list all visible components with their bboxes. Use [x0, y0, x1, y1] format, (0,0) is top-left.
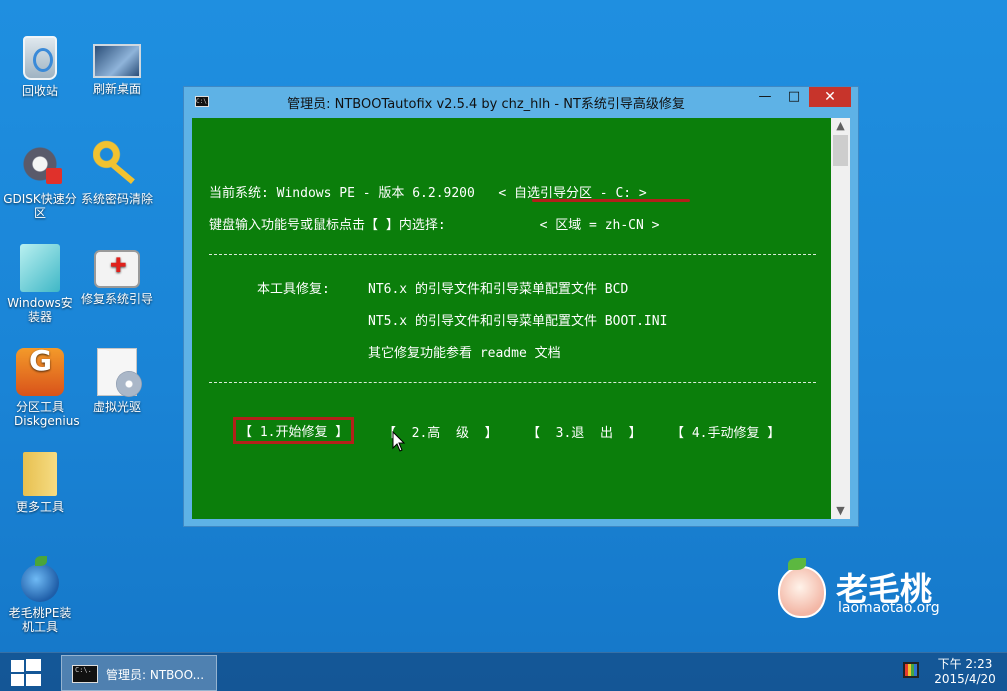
separator: [209, 382, 816, 383]
desktop-icon-more-tools[interactable]: 更多工具: [0, 452, 80, 514]
minimize-button[interactable]: —: [750, 87, 780, 107]
scroll-thumb[interactable]: [833, 135, 848, 166]
desktop-icon-gdisk[interactable]: GDISK快速分区: [0, 140, 80, 220]
desktop-icon-repair-boot[interactable]: 修复系统引导: [77, 244, 157, 306]
vertical-scrollbar[interactable]: ▲ ▼: [831, 118, 850, 519]
desktop-icon-label: 虚拟光驱: [92, 400, 141, 414]
windows-logo-icon: [11, 660, 24, 672]
desktop-icon-label: 系统密码清除: [80, 192, 153, 206]
windows-logo-icon: [26, 659, 41, 671]
laomaotao-icon: [21, 556, 59, 602]
windows-installer-icon: [20, 244, 60, 292]
key-icon: [93, 140, 141, 188]
windows-logo-icon: [11, 674, 24, 686]
monitor-icon: [93, 44, 141, 78]
clock-time: 下午 2:23: [937, 657, 993, 671]
manual-repair-button[interactable]: 【 4.手动修复 】: [671, 422, 780, 441]
console-window[interactable]: C:\. 管理员: NTBOOTautofix v2.5.4 by chz_hl…: [183, 86, 859, 527]
peach-logo-icon: [778, 558, 826, 618]
separator: [209, 254, 816, 255]
window-titlebar[interactable]: C:\. 管理员: NTBOOTautofix v2.5.4 by chz_hl…: [184, 87, 858, 116]
desktop-icon-diskgenius[interactable]: 分区工具Diskgenius: [0, 348, 80, 428]
windows-logo-icon: [26, 674, 41, 686]
start-repair-button[interactable]: 【 1.开始修复 】: [233, 417, 355, 444]
virtual-disc-icon: [97, 348, 142, 397]
desktop-icon-label: 更多工具: [15, 500, 64, 514]
input-prompt-line: 键盘输入功能号或鼠标点击【 】内选择: < 区域 = zh-CN >: [209, 218, 660, 233]
boot-partition-highlight: [532, 199, 690, 202]
desktop-icon-laomaotao[interactable]: 老毛桃PE装机工具: [0, 556, 80, 634]
console-output[interactable]: 当前系统: Windows PE - 版本 6.2.9200 < 自选引导分区 …: [192, 118, 831, 519]
gear-disk-icon: [16, 140, 64, 188]
close-button[interactable]: ✕: [809, 87, 851, 107]
diskgenius-icon: [16, 348, 64, 396]
maximize-button[interactable]: □: [780, 87, 808, 107]
folder-icon: [23, 452, 57, 496]
desktop-icon-label: 刷新桌面: [92, 82, 141, 96]
repair-item-nt5: NT5.x 的引导文件和引导菜单配置文件 BOOT.INI: [368, 314, 668, 329]
clock-date: 2015/4/20: [934, 672, 996, 686]
desktop-icon-label: Windows安装器: [7, 296, 73, 324]
desktop-icon-label: 老毛桃PE装机工具: [8, 606, 72, 634]
console-icon: C:\.: [72, 665, 98, 683]
recycle-bin-icon: [23, 36, 57, 80]
taskbar-console-task[interactable]: C:\. 管理员: NTBOO...: [61, 655, 217, 691]
desktop-icon-refresh-desktop[interactable]: 刷新桌面: [77, 36, 157, 96]
system-clock[interactable]: 下午 2:23 2015/4/20: [930, 657, 1000, 687]
desktop-icon-label: 回收站: [21, 84, 58, 98]
desktop-icon-label: 修复系统引导: [80, 292, 153, 306]
exit-button[interactable]: 【 3.退 出 】: [527, 422, 642, 441]
repair-label: 本工具修复:: [257, 282, 330, 297]
repair-item-readme: 其它修复功能参看 readme 文档: [368, 346, 561, 361]
mouse-cursor-icon: [392, 431, 406, 452]
watermark-url: laomaotao.org: [838, 600, 940, 616]
desktop-icon-virtual-drive[interactable]: 虚拟光驱: [77, 348, 157, 414]
first-aid-kit-icon: [94, 250, 140, 288]
repair-item-nt6: NT6.x 的引导文件和引导菜单配置文件 BCD: [368, 282, 629, 297]
desktop-icon-password-clear[interactable]: 系统密码清除: [77, 140, 157, 206]
start-button[interactable]: [11, 659, 41, 687]
desktop-icon-label: GDISK快速分区: [3, 192, 77, 220]
desktop-icon-label: 分区工具Diskgenius: [14, 400, 80, 428]
display-settings-icon[interactable]: [903, 662, 919, 678]
task-label: 管理员: NTBOO...: [106, 668, 205, 682]
scroll-up-icon[interactable]: ▲: [831, 118, 850, 134]
desktop-icon-windows-installer[interactable]: Windows安装器: [0, 244, 80, 324]
desktop-icon-recycle-bin[interactable]: 回收站: [0, 36, 80, 98]
scroll-down-icon[interactable]: ▼: [831, 503, 850, 519]
taskbar: C:\. 管理员: NTBOO...: [0, 652, 1007, 691]
